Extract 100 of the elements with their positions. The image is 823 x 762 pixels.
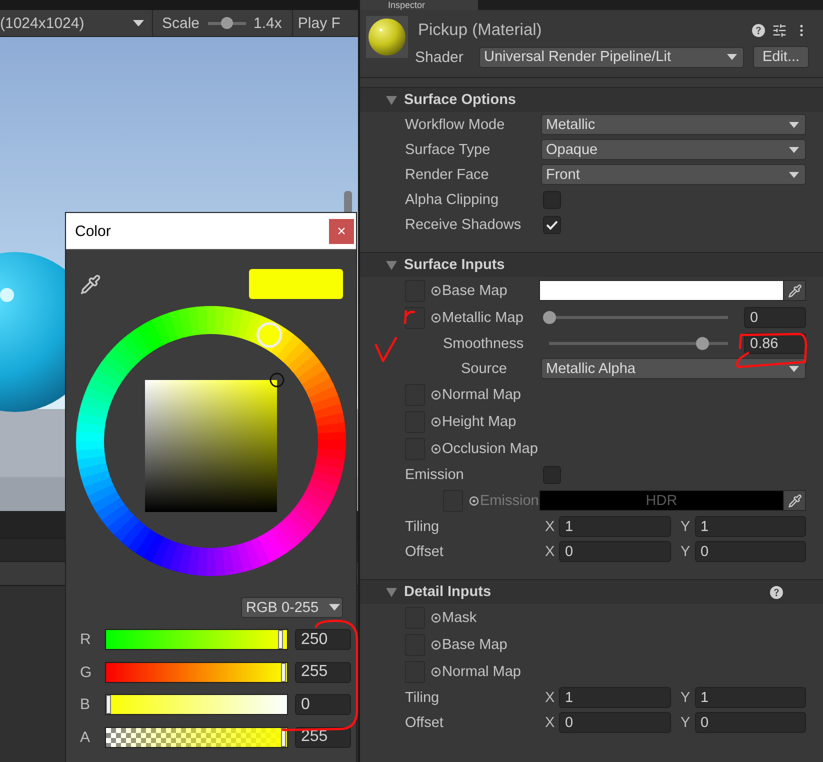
field-label: Receive Shadows	[405, 216, 522, 232]
object-picker-icon[interactable]	[431, 666, 441, 676]
shader-label: Shader	[415, 48, 464, 66]
axis-label: X	[544, 544, 556, 560]
eyedropper-icon[interactable]	[788, 494, 802, 508]
checkbox[interactable]	[543, 190, 561, 208]
channel-label: G	[80, 664, 93, 680]
slider-thumb[interactable]	[696, 337, 710, 350]
scale-label: Scale	[162, 14, 200, 32]
field-label: Height Map	[442, 414, 516, 430]
field-label: Emission	[405, 466, 464, 482]
channel-slider-thumb[interactable]	[281, 728, 286, 746]
section-title: Surface Options	[404, 92, 516, 108]
help-icon[interactable]	[752, 24, 765, 36]
inspector-tab[interactable]: Inspector	[360, 0, 478, 10]
object-picker-icon[interactable]	[431, 416, 441, 426]
object-picker-icon[interactable]	[431, 390, 441, 400]
field-label: Metallic Map	[442, 310, 524, 326]
number-field[interactable]: 0	[694, 712, 806, 733]
collapse-icon[interactable]	[386, 94, 397, 106]
close-button[interactable]: ×	[329, 218, 354, 244]
section-title: Surface Inputs	[404, 257, 505, 273]
number-field[interactable]: 0	[295, 694, 351, 715]
dropdown[interactable]: Opaque	[541, 139, 806, 160]
object-picker-icon[interactable]	[431, 312, 441, 322]
color-field[interactable]	[539, 280, 783, 301]
resolution-dropdown[interactable]: (1024x1024)	[0, 10, 153, 36]
collapse-icon[interactable]	[386, 586, 397, 598]
section-header[interactable]: Detail Inputs	[360, 580, 823, 604]
field-label: Offset	[405, 544, 444, 560]
number-field[interactable]: 0	[559, 541, 670, 562]
eyedropper-button[interactable]	[783, 280, 806, 301]
object-picker-icon[interactable]	[469, 496, 479, 506]
caret-icon	[789, 122, 799, 128]
eyedropper-button[interactable]	[783, 490, 806, 511]
eyedropper-icon[interactable]	[788, 284, 802, 298]
scale-slider-thumb[interactable]	[220, 17, 233, 29]
caret-icon	[789, 172, 799, 178]
channel-slider[interactable]	[105, 662, 288, 682]
sphere-icon	[366, 16, 408, 58]
caret-icon	[329, 604, 340, 611]
field-label: Mask	[442, 610, 477, 626]
object-picker-icon[interactable]	[431, 444, 441, 454]
number-field[interactable]: 250	[295, 629, 351, 650]
object-picker-icon[interactable]	[431, 286, 441, 296]
number-field[interactable]: 1	[559, 516, 670, 537]
number-field[interactable]: 1	[559, 687, 670, 708]
number-field[interactable]: 0	[559, 712, 670, 733]
hdr-tag: HDR	[646, 492, 678, 508]
checkbox[interactable]	[543, 216, 561, 234]
field-label: Normal Map	[442, 386, 521, 402]
axis-label: X	[544, 690, 556, 706]
color-handle[interactable]	[270, 372, 284, 388]
eyedropper-icon[interactable]	[80, 274, 101, 294]
slider-thumb[interactable]	[543, 311, 556, 324]
saturation-value-square[interactable]	[145, 380, 277, 512]
shader-dropdown[interactable]: Universal Render Pipeline/Lit	[479, 46, 744, 68]
channel-label: B	[80, 696, 92, 713]
channel-slider[interactable]	[105, 694, 288, 715]
dropdown[interactable]: Metallic	[541, 114, 806, 135]
axis-label: Y	[680, 690, 692, 706]
object-picker-icon[interactable]	[431, 640, 441, 650]
caret-icon	[727, 54, 737, 60]
channel-slider[interactable]	[105, 629, 288, 650]
play-mode-dropdown[interactable]: Play F	[292, 10, 340, 36]
number-field[interactable]: 255	[295, 726, 351, 748]
field-label: Offset	[405, 714, 444, 730]
caret-icon	[789, 366, 799, 372]
hue-handle[interactable]	[256, 322, 282, 348]
collapse-icon[interactable]	[386, 260, 397, 270]
channel-slider[interactable]	[105, 726, 288, 748]
scale-value: 1.4x	[254, 14, 282, 32]
settings-icon[interactable]	[772, 22, 787, 38]
field-label: Tiling	[405, 690, 440, 706]
channel-slider-thumb[interactable]	[106, 695, 111, 714]
section-header[interactable]: Surface Options	[360, 88, 823, 112]
channel-slider-thumb[interactable]	[278, 630, 282, 649]
channel-slider-thumb[interactable]	[281, 662, 286, 682]
number-field[interactable]: 0	[744, 307, 806, 328]
number-field[interactable]: 1	[694, 516, 806, 537]
window-title: Color	[75, 222, 111, 240]
number-field[interactable]: 1	[694, 687, 806, 708]
checkmark-icon	[546, 220, 558, 230]
color-mode-dropdown[interactable]: RGB 0-255	[241, 597, 343, 618]
field-label: Base Map	[442, 636, 508, 652]
edit-button[interactable]: Edit...	[753, 46, 809, 68]
checkbox[interactable]	[543, 466, 561, 484]
help-icon[interactable]	[770, 586, 783, 598]
number-field[interactable]: 255	[295, 662, 351, 682]
axis-label: X	[544, 518, 556, 534]
field-label: Alpha Clipping	[405, 192, 499, 208]
section-header[interactable]: Surface Inputs	[360, 253, 823, 277]
object-picker-icon[interactable]	[431, 612, 441, 622]
dropdown[interactable]: Front	[541, 164, 806, 185]
field-label: Workflow Mode	[405, 116, 505, 132]
field-label: Surface Type	[405, 142, 490, 158]
texture-slot[interactable]	[405, 306, 425, 328]
dropdown[interactable]: Metallic Alpha	[541, 358, 806, 379]
number-field[interactable]: 0	[694, 541, 806, 562]
axis-label: X	[544, 714, 556, 730]
